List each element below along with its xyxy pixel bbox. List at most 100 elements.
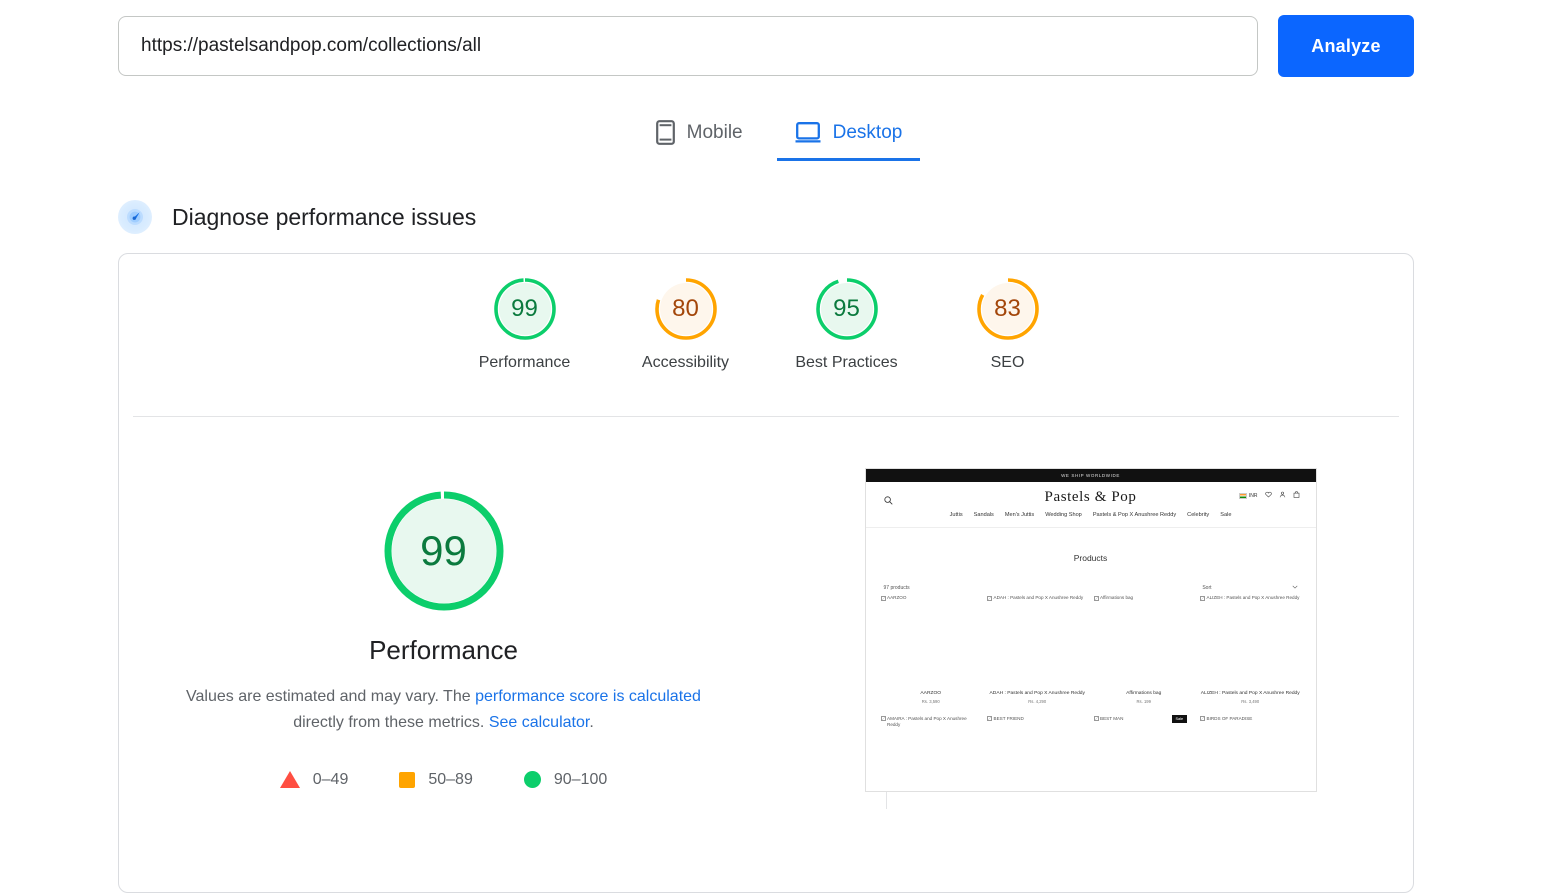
thumb-product-name: ADAH : Pastels and Pop X Anushree Reddy	[989, 690, 1085, 696]
thumb-brand-name: Pastels & Pop	[1044, 488, 1137, 505]
broken-image-icon	[1093, 716, 1099, 722]
desktop-monitor-icon	[795, 121, 821, 144]
gauge-accessibility: 80	[653, 276, 719, 342]
thumb-broken-image: Affirmations bag	[1093, 595, 1195, 602]
url-bar-row: Analyze	[118, 15, 1414, 77]
thumb-nav: Juttis Sandals Men's Juttis Wedding Shop…	[865, 512, 1316, 528]
performance-heading: Performance	[369, 635, 518, 665]
legend-item-medium: 50–89	[399, 771, 473, 789]
gauge-accessibility-value: 80	[672, 295, 699, 322]
thumb-sale-badge: Sale	[1171, 714, 1188, 723]
thumb-nav-item[interactable]: Juttis	[950, 512, 963, 518]
thumb-product-names: AARZOO Rs. 3,590 ADAH : Pastels and Pop …	[866, 690, 1316, 704]
score-seo[interactable]: 83 SEO	[927, 276, 1088, 372]
tab-desktop[interactable]: Desktop	[776, 112, 921, 161]
circle-icon	[523, 771, 541, 789]
broken-image-icon	[1093, 595, 1099, 601]
score-best-practices[interactable]: 95 Best Practices	[766, 276, 927, 372]
thumb-product-item[interactable]: ADAH : Pastels and Pop X Anushree Reddy …	[987, 690, 1088, 704]
thumb-nav-item[interactable]: Celebrity	[1187, 512, 1209, 518]
currency-label: INR	[1248, 492, 1258, 499]
thumb-page-heading: Products	[1073, 553, 1108, 563]
thumb-broken-image: AARZOO	[880, 595, 982, 602]
page-screenshot-thumbnail[interactable]: WE SHIP WORLDWIDE Pastels & Pop INR Jutt…	[864, 468, 1317, 792]
thumb-alt-text: ALIZEH : Pastels and Pop X Anushree Redd…	[1206, 595, 1300, 600]
thumb-alt-text: AARZOO	[887, 595, 907, 600]
gauge-performance-value: 99	[511, 295, 538, 322]
broken-image-icon	[1200, 595, 1205, 601]
gauge-performance: 99	[492, 276, 558, 342]
broken-image-icon	[880, 595, 886, 601]
mobile-phone-icon	[655, 120, 675, 145]
tab-mobile-label: Mobile	[686, 121, 743, 143]
thumb-product-item[interactable]: ALIZEH : Pastels and Pop X Anushree Redd…	[1200, 690, 1301, 704]
description-part-2: directly from these metrics.	[293, 714, 489, 732]
performance-score-link[interactable]: performance score is calculated	[475, 688, 701, 705]
gauge-performance-large-value: 99	[420, 527, 467, 574]
legend-item-high: 90–100	[523, 771, 607, 789]
shopping-bag-icon[interactable]	[1293, 491, 1300, 500]
legend-label-low: 0–49	[312, 770, 349, 788]
url-input[interactable]	[118, 16, 1258, 76]
thumb-nav-item[interactable]: Wedding Shop	[1045, 512, 1082, 518]
score-accessibility[interactable]: 80 Accessibility	[605, 276, 766, 372]
thumb-alt-text: BEST FRIEND	[993, 715, 1024, 721]
thumb-alt-text: BIRDS OF PARADISE	[1206, 715, 1253, 721]
thumb-alt-text: AMAIRA : Pastels and Pop X Anushree Redd…	[887, 715, 967, 728]
page-title: Diagnose performance issues	[172, 203, 477, 230]
thumb-product-name: AARZOO	[920, 690, 942, 696]
performance-summary: 99 Performance Values are estimated and …	[119, 434, 768, 792]
heart-icon[interactable]	[1264, 491, 1272, 500]
thumb-alt-text: BEST MAN	[1100, 715, 1124, 721]
performance-detail-section: 99 Performance Values are estimated and …	[119, 434, 1413, 792]
thumb-broken-image: AMAIRA : Pastels and Pop X Anushree Redd…	[880, 715, 982, 729]
thumb-product-price: Rs. 4,290	[1028, 698, 1047, 704]
lighthouse-gauge-icon	[118, 200, 152, 234]
thumb-sort-select[interactable]: Sort	[1202, 585, 1297, 591]
description-part-3: .	[589, 714, 594, 732]
tab-desktop-label: Desktop	[832, 121, 903, 143]
thumb-product-price: Rs. 3,490	[1241, 698, 1260, 704]
gauge-seo: 83	[975, 276, 1041, 342]
device-tabs: Mobile Desktop	[0, 112, 1558, 161]
thumb-product-price: Rs. 3,590	[921, 698, 940, 704]
score-performance[interactable]: 99 Performance	[444, 276, 605, 372]
thumb-product-grid-row1: AARZOO ADAH : Pastels and Pop X Anushree…	[866, 591, 1316, 602]
see-calculator-link[interactable]: See calculator	[489, 714, 590, 731]
broken-image-icon	[987, 595, 992, 601]
triangle-icon	[279, 771, 300, 789]
gauge-seo-label: SEO	[990, 354, 1025, 371]
analyze-button[interactable]: Analyze	[1278, 15, 1414, 77]
thumb-product-name: ALIZEH : Pastels and Pop X Anushree Redd…	[1200, 690, 1300, 696]
thumb-nav-item[interactable]: Men's Juttis	[1005, 512, 1034, 518]
currency-selector[interactable]: INR	[1238, 492, 1258, 499]
thumb-broken-image: BIRDS OF PARADISE	[1200, 716, 1301, 729]
legend-label-medium: 50–89	[428, 770, 473, 788]
thumb-nav-item[interactable]: Sale	[1220, 512, 1231, 518]
thumb-product-item[interactable]: Affirmations bag Rs. 199	[1094, 690, 1195, 704]
broken-image-icon	[1200, 716, 1205, 722]
thumb-nav-item[interactable]: Pastels & Pop X Anushree Reddy	[1093, 512, 1176, 518]
thumb-nav-item[interactable]: Sandals	[974, 512, 994, 518]
gauge-best-practices: 95	[814, 276, 880, 342]
gauge-seo-value: 83	[994, 295, 1021, 322]
square-icon	[399, 771, 416, 788]
account-icon[interactable]	[1279, 491, 1286, 500]
thumb-site-header: Pastels & Pop INR	[866, 482, 1316, 512]
thumb-header-icons: INR	[1238, 491, 1300, 500]
thumb-product-item[interactable]: AARZOO Rs. 3,590	[881, 690, 982, 704]
page-screenshot-area: WE SHIP WORLDWIDE Pastels & Pop INR Jutt…	[768, 434, 1413, 792]
chevron-down-icon	[1292, 585, 1298, 591]
thumb-announcement-text: WE SHIP WORLDWIDE	[1061, 473, 1120, 478]
thumb-broken-image: ADAH : Pastels and Pop X Anushree Reddy	[987, 595, 1088, 602]
gauge-performance-label: Performance	[478, 354, 571, 371]
category-scores: 99 Performance 80 Accessibility 95 Best …	[119, 276, 1413, 372]
search-icon	[883, 492, 893, 510]
thumb-product-price: Rs. 199	[1136, 698, 1151, 704]
tab-mobile[interactable]: Mobile	[652, 112, 747, 161]
thumb-product-grid-row2: AMAIRA : Pastels and Pop X Anushree Redd…	[866, 714, 1316, 729]
report-card: 99 Performance 80 Accessibility 95 Best …	[118, 253, 1414, 893]
description-part-1: Values are estimated and may vary. The	[186, 688, 476, 705]
score-legend: 0–49 50–89 90–100	[279, 770, 607, 789]
thumb-product-name: Affirmations bag	[1126, 690, 1162, 696]
